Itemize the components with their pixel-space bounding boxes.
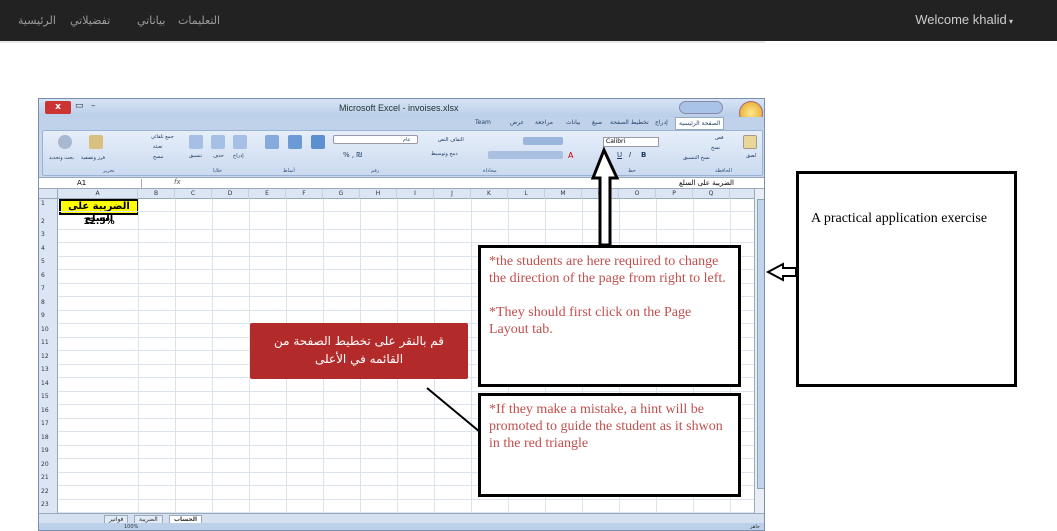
left-arrow-icon [765,262,797,282]
up-arrow-icon [590,146,620,247]
instruction-change-direction: *the students are here required to chang… [489,254,726,286]
instruction-click-page-layout: *They should first click on the Page Lay… [489,305,692,337]
instruction-mistake-hint: *If they make a mistake, a hint will be … [489,402,723,451]
connector-line [426,387,481,433]
practical-exercise-label: A practical application exercise [811,211,988,226]
instruction-box-mistake: *If they make a mistake, a hint will be … [478,393,741,497]
instruction-box-page-direction: *the students are here required to chang… [478,245,741,387]
practical-exercise-box: A practical application exercise [796,171,1017,387]
